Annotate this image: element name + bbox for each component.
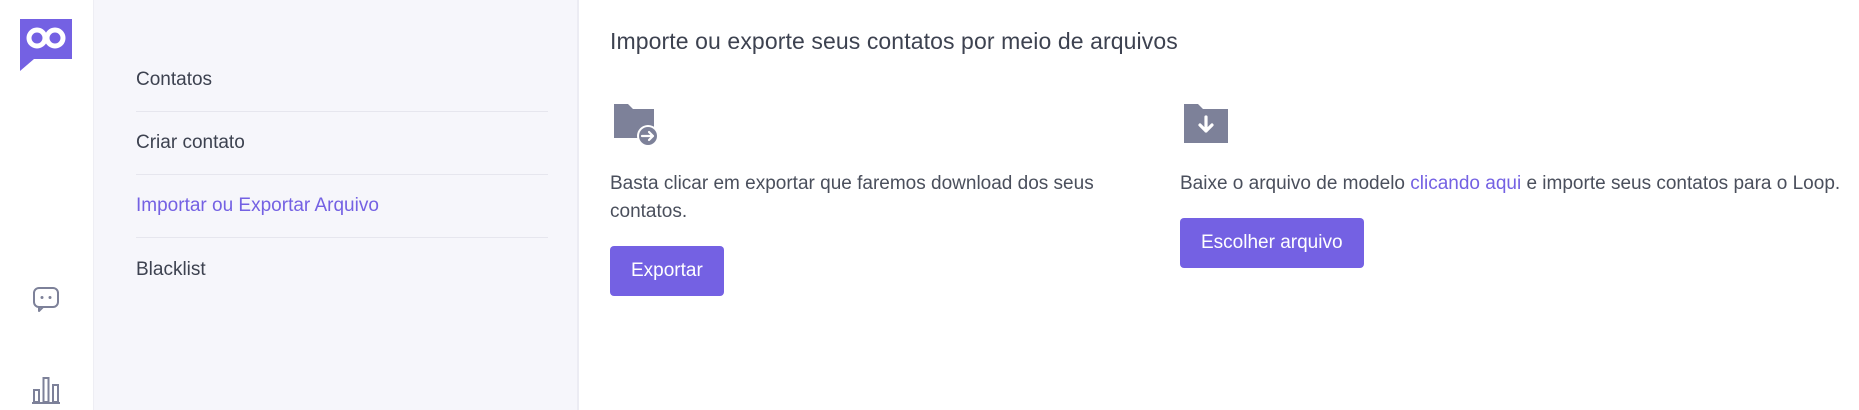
app-root: Contatos Criar contato Importar ou Expor… bbox=[0, 0, 1859, 410]
submenu-item-blacklist[interactable]: Blacklist bbox=[136, 238, 548, 301]
main-content: Importe ou exporte seus contatos por mei… bbox=[579, 0, 1859, 410]
bar-chart-icon[interactable] bbox=[31, 374, 61, 404]
import-description-text-end: e importe seus contatos para o Loop. bbox=[1521, 173, 1841, 194]
submenu-item-contatos[interactable]: Contatos bbox=[136, 49, 548, 112]
export-description: Basta clicar em exportar que faremos dow… bbox=[610, 173, 1094, 222]
download-template-link[interactable]: clicando aqui bbox=[1410, 173, 1521, 194]
submenu-item-label: Contatos bbox=[136, 69, 213, 90]
import-description: Baixe o arquivo de modelo clicando aqui … bbox=[1180, 170, 1859, 198]
export-card: Basta clicar em exportar que faremos dow… bbox=[610, 98, 1150, 296]
submenu-item-importar-exportar[interactable]: Importar ou Exportar Arquivo bbox=[136, 175, 548, 238]
contacts-submenu: Contatos Criar contato Importar ou Expor… bbox=[94, 0, 579, 410]
import-card: Baixe o arquivo de modelo clicando aqui … bbox=[1180, 98, 1859, 268]
submenu-list: Contatos Criar contato Importar ou Expor… bbox=[94, 49, 548, 301]
submenu-item-criar-contato[interactable]: Criar contato bbox=[136, 112, 548, 175]
submenu-item-label: Importar ou Exportar Arquivo bbox=[136, 195, 379, 216]
folder-export-icon bbox=[614, 104, 659, 147]
loop-logo-icon[interactable] bbox=[20, 19, 72, 71]
export-button[interactable]: Exportar bbox=[610, 246, 724, 296]
folder-download-icon bbox=[1184, 104, 1228, 143]
submenu-item-label: Criar contato bbox=[136, 132, 245, 153]
choose-file-button[interactable]: Escolher arquivo bbox=[1180, 218, 1364, 268]
chat-icon[interactable] bbox=[31, 283, 61, 313]
page-title: Importe ou exporte seus contatos por mei… bbox=[610, 28, 1178, 54]
icon-rail bbox=[0, 0, 94, 410]
submenu-item-label: Blacklist bbox=[136, 258, 206, 280]
import-description-text: Baixe o arquivo de modelo bbox=[1180, 173, 1411, 194]
